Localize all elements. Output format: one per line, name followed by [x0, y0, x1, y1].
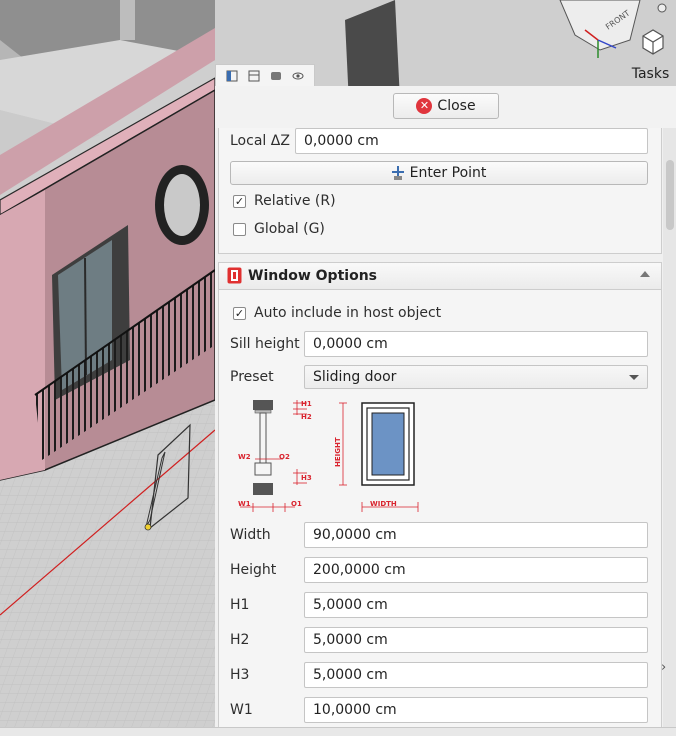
h3-label: H3: [230, 667, 249, 683]
diagram-width-label: WIDTH: [370, 500, 397, 508]
preset-label: Preset: [230, 369, 274, 385]
global-checkbox[interactable]: [233, 223, 246, 236]
diagram-o2-label: O2: [279, 453, 290, 461]
sill-height-field[interactable]: 0,0000 cm: [304, 331, 648, 357]
diagram-w1-label: W1: [238, 500, 251, 508]
diagram-o1-label: O1: [291, 500, 302, 508]
preset-value: Sliding door: [313, 369, 396, 385]
view-tab-icon[interactable]: [292, 70, 304, 82]
window-options-title: Window Options: [248, 268, 377, 284]
view-menu-cube-icon[interactable]: [643, 30, 663, 54]
h2-label: H2: [230, 632, 249, 648]
panel-scrollbar-thumb[interactable]: [666, 160, 674, 230]
tasks-tab[interactable]: Tasks: [625, 62, 676, 86]
diagram-w2-label: W2: [238, 453, 251, 461]
w1-field[interactable]: 10,0000 cm: [304, 697, 648, 723]
h2-field[interactable]: 5,0000 cm: [304, 627, 648, 653]
round-window: [164, 174, 200, 236]
chevron-down-icon: [629, 375, 639, 380]
auto-include-label: Auto include in host object: [254, 305, 441, 321]
enter-point-button[interactable]: Enter Point: [230, 161, 648, 185]
global-label: Global (G): [254, 221, 325, 237]
properties-tab-icon[interactable]: [248, 70, 260, 82]
width-field[interactable]: 90,0000 cm: [304, 522, 648, 548]
w1-label: W1: [230, 702, 253, 718]
relative-label: Relative (R): [254, 193, 336, 209]
panel-tab-bar: [215, 64, 315, 86]
h1-field[interactable]: 5,0000 cm: [304, 592, 648, 618]
diagram-h3-label: H3: [301, 474, 312, 482]
preset-select[interactable]: Sliding door: [304, 365, 648, 389]
model-tab-icon[interactable]: [226, 70, 238, 82]
enter-point-icon: [392, 166, 404, 180]
close-button[interactable]: ✕ Close: [393, 93, 499, 119]
window-dimensions-diagram: H1 H2 H3 W2 O2 W1 O1 HEIGHT WIDTH: [235, 395, 425, 515]
height-field[interactable]: 200,0000 cm: [304, 557, 648, 583]
h1-label: H1: [230, 597, 249, 613]
local-dz-field[interactable]: 0,0000 cm: [295, 128, 648, 154]
close-icon: ✕: [416, 98, 432, 114]
height-label: Height: [230, 562, 276, 578]
snap-point: [145, 524, 151, 530]
close-button-label: Close: [437, 98, 475, 114]
sill-height-label: Sill height: [230, 336, 300, 352]
diagram-h1-label: H1: [301, 400, 312, 408]
arch-window-icon: [227, 267, 242, 284]
enter-point-label: Enter Point: [410, 165, 487, 181]
h3-field[interactable]: 5,0000 cm: [304, 662, 648, 688]
width-label: Width: [230, 527, 271, 543]
tasks-tab-label: Tasks: [632, 66, 670, 82]
auto-include-checkbox[interactable]: ✓: [233, 307, 246, 320]
local-dz-label: Local ΔZ: [230, 133, 290, 149]
diagram-height-label: HEIGHT: [334, 437, 342, 467]
relative-checkbox[interactable]: ✓: [233, 195, 246, 208]
diagram-h2-label: H2: [301, 413, 312, 421]
snapshot-tab-icon[interactable]: [270, 70, 282, 82]
collapse-up-icon[interactable]: [640, 270, 650, 278]
